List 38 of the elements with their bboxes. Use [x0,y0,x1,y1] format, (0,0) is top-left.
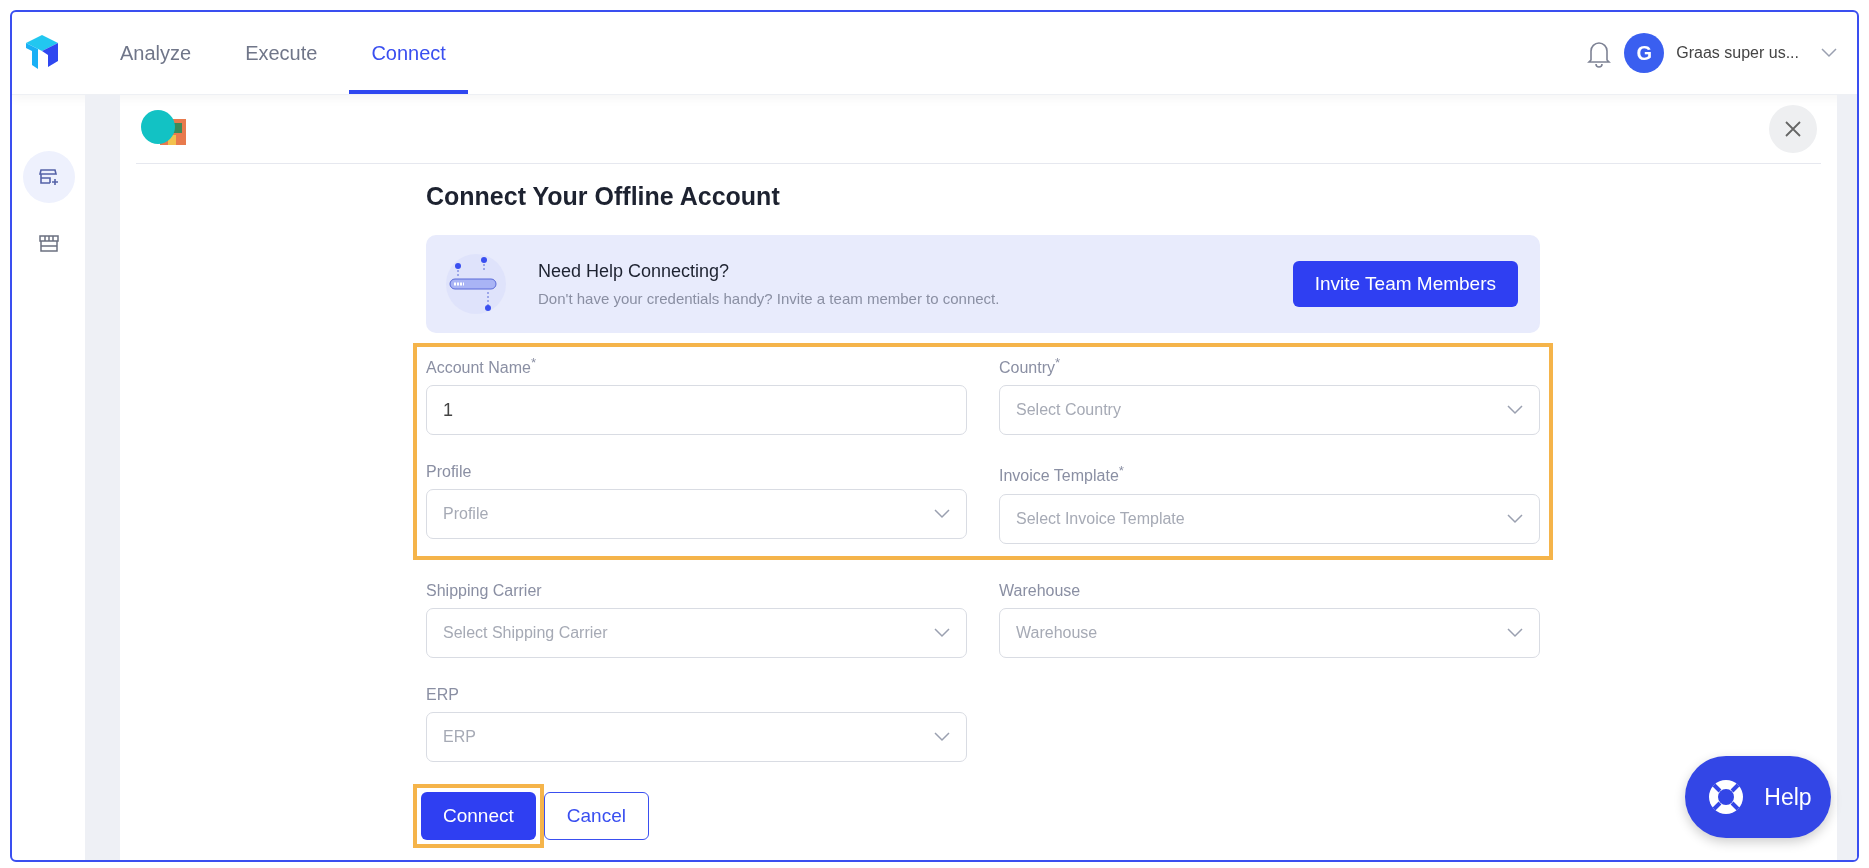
close-button[interactable] [1769,105,1817,153]
dropdown-field[interactable]: Select Shipping Carrier [426,607,967,658]
cancel-button[interactable]: Cancel [543,791,649,840]
field-label: Account Name$^{*}$ [426,355,538,378]
nav-tab[interactable]: Execute [223,12,340,94]
input-field[interactable]: 1 [426,385,967,436]
field-label: Shipping Carrier [426,581,543,600]
add-store-icon [37,166,60,188]
close-icon [1784,120,1802,138]
banner-heading: Need Help Connecting? [538,261,731,282]
nav-tab[interactable]: Connect [349,12,468,94]
nav-tab[interactable]: Analyze [98,12,214,94]
chevron-down-icon [934,731,950,742]
connection-illustration-icon [444,252,508,316]
field-label: Profile [426,463,473,482]
user-name: Graas super us... [1676,44,1799,62]
dropdown-field[interactable]: Select Invoice Template [999,493,1540,544]
dropdown-field[interactable]: Select Country [999,385,1540,436]
chevron-down-icon [1821,48,1837,58]
banner-text: Don't have your credentials handy? Invite a team member to connect. [538,290,1001,307]
user-avatar[interactable]: G [1624,33,1665,73]
field-label: ERP [426,685,460,704]
dropdown-field[interactable]: Profile [426,489,967,540]
chevron-down-icon [934,509,950,520]
chevron-down-icon [1507,405,1523,416]
connect-button[interactable]: Connect [421,791,536,840]
invite-button[interactable]: Invite Team Members [1292,261,1518,307]
dropdown-field[interactable]: Warehouse [999,607,1540,658]
field-label: Warehouse [999,581,1082,600]
field-label: Invoice Template$^{*}$ [999,463,1125,486]
chevron-down-icon [934,627,950,638]
help-button[interactable]: Help [1685,756,1831,838]
field-label: Country$^{*}$ [999,355,1062,378]
chevron-down-icon [1507,513,1523,524]
page-title: Connect Your Offline Account [426,182,781,211]
dropdown-field[interactable]: ERP [426,711,967,762]
chevron-down-icon [1507,627,1523,638]
store-icon [37,232,60,254]
